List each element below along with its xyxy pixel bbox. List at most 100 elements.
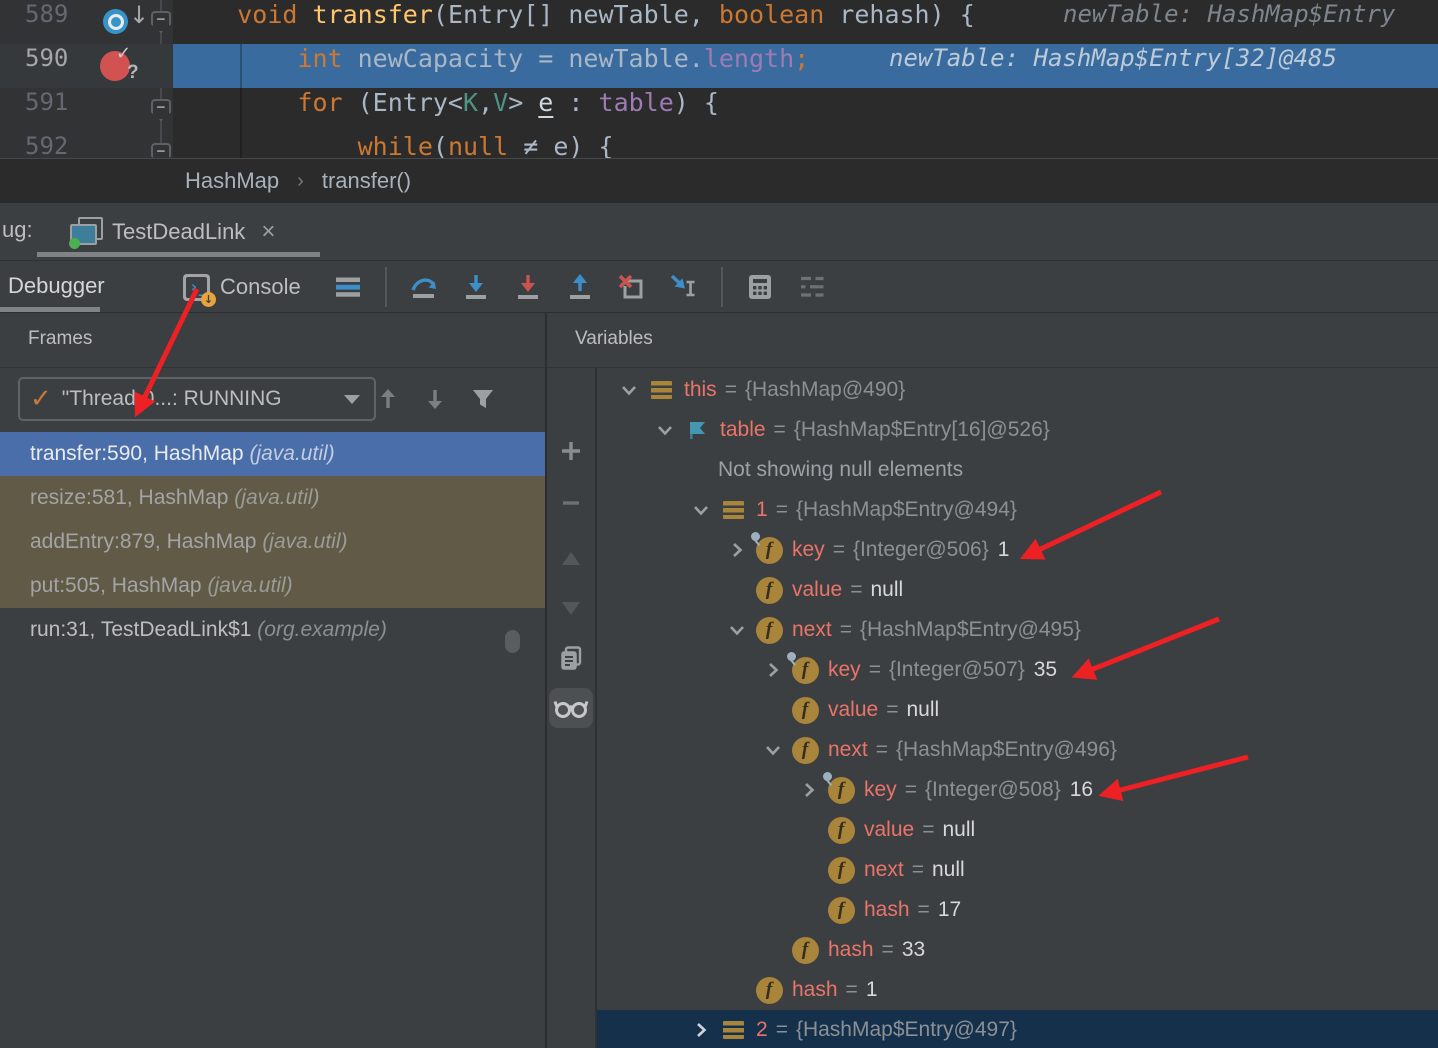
variable-row[interactable]: fvalue=null [597,570,1438,610]
variable-row[interactable]: fvalue=null [597,690,1438,730]
breakpoint-condition-mark: ? [127,62,139,84]
frame-row[interactable]: transfer:590, HashMap (java.util) [0,432,545,476]
tab-title: TestDeadLink [112,219,245,245]
frame-row[interactable]: run:31, TestDeadLink$1 (org.example) [0,608,545,652]
fold-marker-icon[interactable]: − [151,143,171,158]
variable-row[interactable]: table={HashMap$Entry[16]@526} [597,410,1438,450]
line-number[interactable]: 591 [25,88,68,132]
code-line-591[interactable]: 591 − for (Entry<K,V> e : table) { [0,88,1438,132]
step-out-icon[interactable] [565,272,595,302]
tab-console[interactable]: ›_ ↓ Console [183,261,301,313]
chevron-right-icon[interactable] [684,1018,718,1042]
field-icon: f [754,976,784,1004]
remove-watch-icon[interactable] [556,488,586,518]
field-icon: f [790,936,820,964]
code-text[interactable]: while(null ≠ e) { [177,132,614,158]
code-line-592[interactable]: 592 − while(null ≠ e) { [0,132,1438,158]
equals-sign: = [850,578,862,602]
debugger-tab-indicator [0,307,100,312]
drop-frame-icon[interactable] [617,272,647,302]
chevron-right-icon[interactable] [792,778,826,802]
run-to-cursor-icon[interactable] [669,272,699,302]
frame-package: (java.util) [249,442,334,465]
move-watch-up-icon[interactable] [556,544,586,574]
variables-tree: this={HashMap@490}table={HashMap$Entry[1… [597,368,1438,1048]
move-watch-down-icon[interactable] [556,593,586,623]
chevron-right-icon[interactable] [720,538,754,562]
thread-selector-label: "Thread-0...: RUNNING [62,387,282,411]
tab-debugger[interactable]: Debugger [8,261,105,313]
chevron-down-icon[interactable] [648,418,682,442]
breadcrumb-item-hashmap[interactable]: HashMap [185,168,279,194]
line-number[interactable]: 589 [25,0,68,44]
chevron-down-icon[interactable] [612,378,646,402]
breadcrumb-item-transfer[interactable]: transfer() [322,168,411,194]
variable-row[interactable]: fkey={Integer@508}16 [597,770,1438,810]
force-step-into-icon[interactable] [513,272,543,302]
chevron-down-icon[interactable] [720,618,754,642]
variable-row[interactable]: fhash=17 [597,890,1438,930]
code-text[interactable]: int newCapacity = newTable.length; [177,44,809,88]
chevron-down-icon [344,395,360,404]
variable-row[interactable]: fnext={HashMap$Entry@496} [597,730,1438,770]
code-line-590[interactable]: 590 ✓? int newCapacity = newTable.length;… [0,44,1438,88]
conditional-breakpoint-icon[interactable]: ✓? [100,51,130,81]
null-elements-note: Not showing null elements [718,458,963,482]
variable-row[interactable]: 1={HashMap$Entry@494} [597,490,1438,530]
chevron-spacer [720,578,754,602]
variable-name: table [720,418,766,442]
variable-row[interactable]: fnext=null [597,850,1438,890]
variable-row[interactable]: 2={HashMap$Entry@497} [597,1010,1438,1048]
thread-selector[interactable]: ✓ "Thread-0...: RUNNING [18,377,376,421]
variable-row[interactable]: fkey={Integer@507}35 [597,650,1438,690]
variable-row[interactable]: this={HashMap@490} [597,370,1438,410]
execution-point-icon[interactable] [103,9,128,34]
code-editor[interactable]: 589↓− void transfer(Entry[] newTable, bo… [0,0,1438,158]
frame-method: addEntry:879, HashMap [30,530,262,553]
debugger-panels: Frames ✓ "Thread-0...: RUNNING transfer:… [0,313,1438,1048]
variable-row[interactable]: fkey={Integer@506}1 [597,530,1438,570]
variable-name: 1 [756,498,768,522]
variable-value: 16 [1070,778,1093,802]
variable-name: hash [792,978,838,1002]
previous-frame-icon[interactable] [375,386,401,412]
code-text[interactable]: for (Entry<K,V> e : table) { [177,88,719,132]
fold-marker-icon[interactable]: − [151,99,171,121]
chevron-spacer [792,818,826,842]
filter-frames-icon[interactable] [470,386,496,412]
add-watch-icon[interactable] [556,436,586,466]
chevron-right-icon[interactable] [756,658,790,682]
field-pinned-icon: f [754,536,784,564]
variable-row[interactable]: fvalue=null [597,810,1438,850]
variable-name: key [864,778,897,802]
line-number[interactable]: 590 [25,44,68,88]
field-pinned-icon: f [826,776,856,804]
next-frame-icon[interactable] [422,386,448,412]
run-configuration-icon [70,217,102,247]
line-number[interactable]: 592 [25,132,68,158]
frames-scrollbar-thumb[interactable] [505,630,520,653]
frame-row[interactable]: addEntry:879, HashMap (java.util) [0,520,545,564]
tab-testdeadlink[interactable]: TestDeadLink × [62,209,283,255]
code-text[interactable]: void transfer(Entry[] newTable, boolean … [177,0,975,44]
chevron-down-icon[interactable] [684,498,718,522]
variable-row[interactable]: fhash=1 [597,970,1438,1010]
stream-trace-icon[interactable] [797,272,827,302]
equals-sign: = [905,778,917,802]
fold-marker-icon[interactable]: − [151,11,171,33]
frame-row[interactable]: resize:581, HashMap (java.util) [0,476,545,520]
variable-row[interactable]: fnext={HashMap$Entry@495} [597,610,1438,650]
show-execution-point-icon[interactable] [333,272,363,302]
variable-row[interactable]: fhash=33 [597,930,1438,970]
show-watches-button[interactable] [549,688,593,728]
chevron-down-icon[interactable] [756,738,790,762]
close-tab-icon[interactable]: × [261,218,275,246]
frame-row[interactable]: put:505, HashMap (java.util) [0,564,545,608]
code-line-589[interactable]: 589↓− void transfer(Entry[] newTable, bo… [0,0,1438,44]
variable-row[interactable]: Not showing null elements [597,450,1438,490]
duplicate-watch-icon[interactable] [556,643,586,673]
evaluate-expression-icon[interactable] [745,272,775,302]
step-into-icon[interactable] [461,272,491,302]
indent-guide [240,44,242,158]
step-over-icon[interactable] [409,272,439,302]
